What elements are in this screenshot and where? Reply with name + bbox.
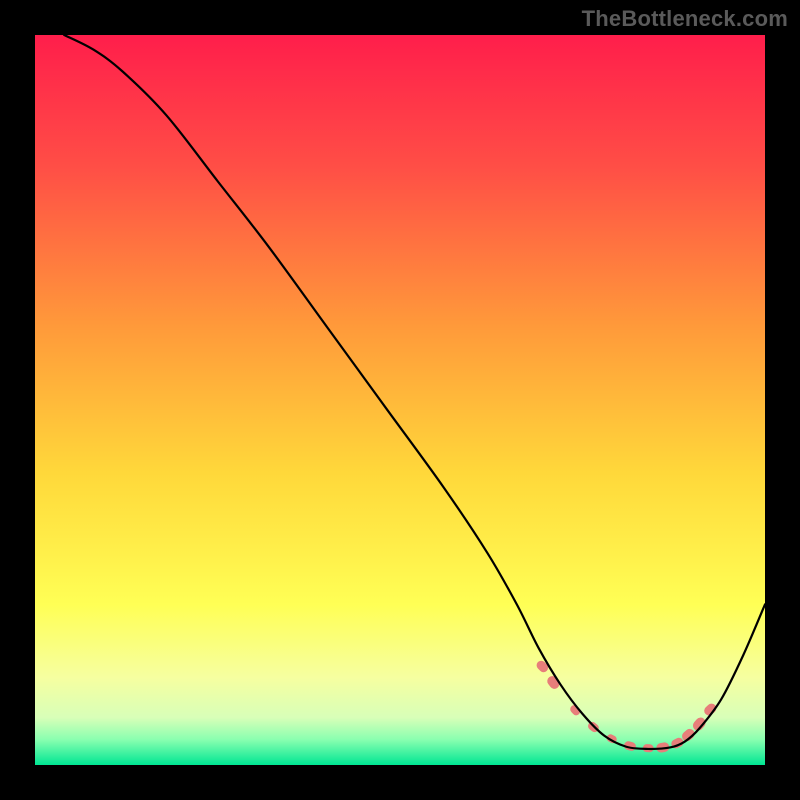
plot-area [35, 35, 765, 765]
plot-svg [35, 35, 765, 765]
chart-container: TheBottleneck.com [0, 0, 800, 800]
watermark-text: TheBottleneck.com [582, 6, 788, 32]
plot-background [35, 35, 765, 765]
